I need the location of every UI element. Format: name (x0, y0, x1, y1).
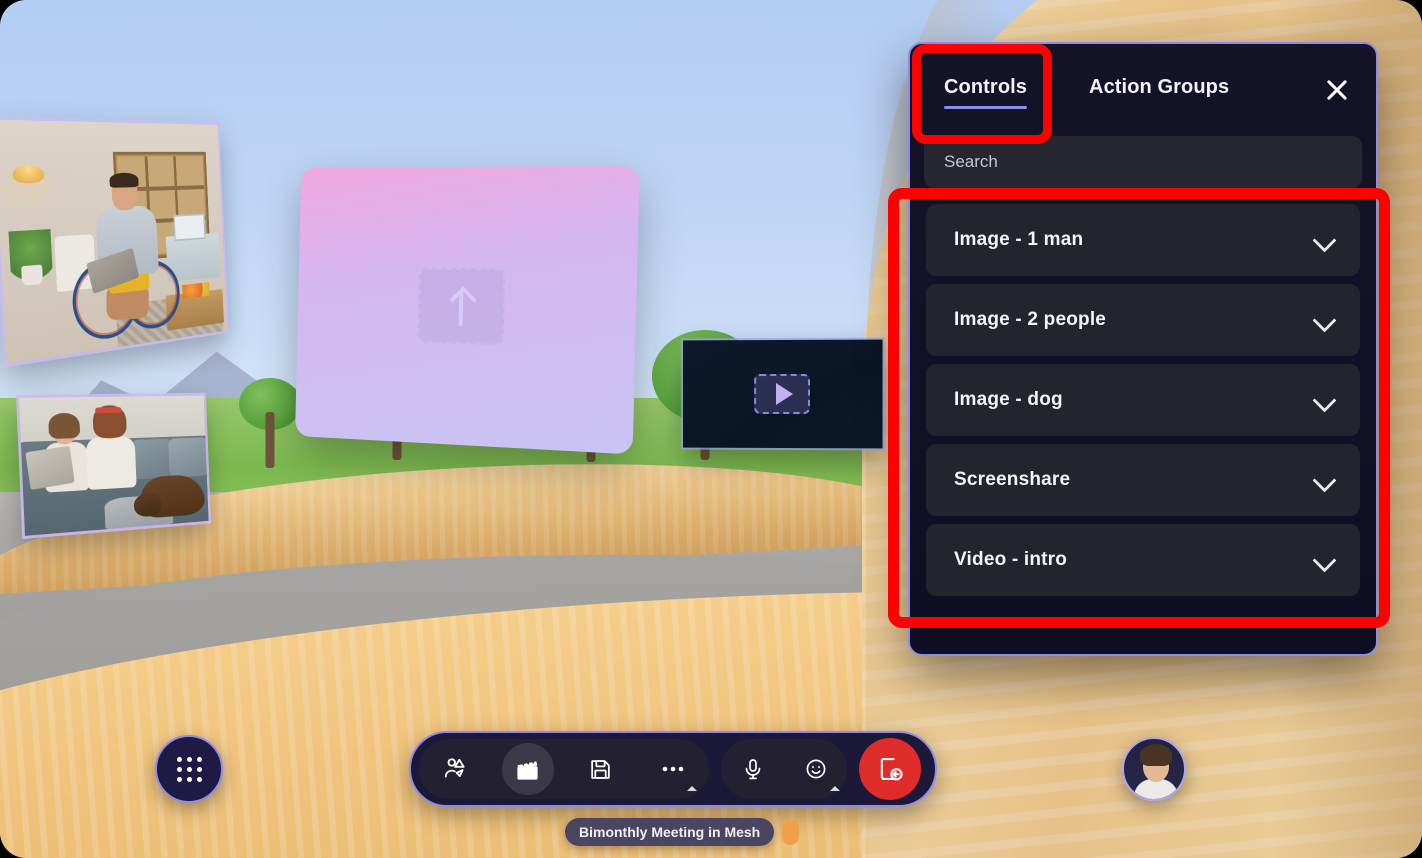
upload-dropzone[interactable] (417, 267, 506, 346)
control-label: Image - 2 people (954, 309, 1107, 330)
tab-action-groups[interactable]: Action Groups (1089, 70, 1229, 111)
control-label: Image - dog (954, 389, 1063, 410)
chevron-up-icon (829, 786, 840, 791)
chevron-down-icon[interactable] (1314, 229, 1336, 251)
chevron-down-icon[interactable] (1314, 469, 1336, 491)
status-badge (782, 819, 800, 845)
list-item[interactable]: Image - 1 man (926, 204, 1360, 276)
tab-controls-label: Controls (944, 75, 1028, 98)
control-label: Screenshare (954, 469, 1071, 490)
video-panel[interactable] (683, 339, 883, 449)
app-window: Controls Action Groups Image - 1 man Ima… (0, 0, 1422, 858)
clapperboard-icon[interactable] (501, 743, 554, 795)
emoji-icon[interactable] (790, 743, 842, 795)
control-label: Image - 1 man (954, 229, 1084, 250)
avatar-body (1134, 779, 1178, 799)
meeting-title: Bimonthly Meeting in Mesh (565, 818, 775, 846)
avatar-customize-icon[interactable] (429, 743, 481, 795)
screenshare-board[interactable] (295, 166, 640, 455)
upload-arrow-icon (450, 286, 473, 327)
more-options-icon[interactable] (647, 743, 699, 795)
avatar-hair (1140, 744, 1172, 766)
meeting-status: Bimonthly Meeting in Mesh (565, 818, 800, 846)
tab-controls[interactable]: Controls (944, 70, 1028, 111)
save-icon[interactable] (574, 743, 626, 795)
user-avatar[interactable] (1122, 737, 1186, 801)
search-input[interactable] (944, 152, 1342, 172)
toolbar-group-media (721, 739, 847, 799)
chevron-down-icon[interactable] (1314, 549, 1336, 571)
controls-panel: Controls Action Groups Image - 1 man Ima… (908, 42, 1378, 656)
list-item[interactable]: Image - 2 people (926, 284, 1360, 356)
controls-list: Image - 1 man Image - 2 people Image - d… (910, 198, 1376, 612)
app-grid-icon[interactable] (155, 735, 223, 803)
leave-icon[interactable] (859, 738, 921, 800)
control-label: Video - intro (954, 549, 1068, 570)
list-item[interactable]: Video - intro (926, 524, 1360, 596)
photo-man-wheelchair[interactable] (0, 119, 227, 365)
chevron-down-icon[interactable] (1314, 389, 1336, 411)
photo-two-people-dog[interactable] (19, 395, 209, 536)
close-icon[interactable] (1320, 73, 1354, 107)
search-field[interactable] (924, 136, 1362, 188)
list-item[interactable]: Screenshare (926, 444, 1360, 516)
panel-header: Controls Action Groups (910, 44, 1376, 136)
tree (238, 378, 302, 468)
microphone-icon[interactable] (727, 743, 779, 795)
video-dropzone[interactable] (754, 373, 810, 415)
play-icon (775, 382, 793, 406)
list-item[interactable]: Image - dog (926, 364, 1360, 436)
app-grid-dots (176, 756, 202, 782)
chevron-down-icon[interactable] (1314, 309, 1336, 331)
toolbar-group-primary (419, 739, 709, 799)
chevron-up-icon (686, 786, 697, 791)
meeting-toolbar (409, 731, 937, 807)
tab-action-groups-label: Action Groups (1089, 75, 1230, 98)
